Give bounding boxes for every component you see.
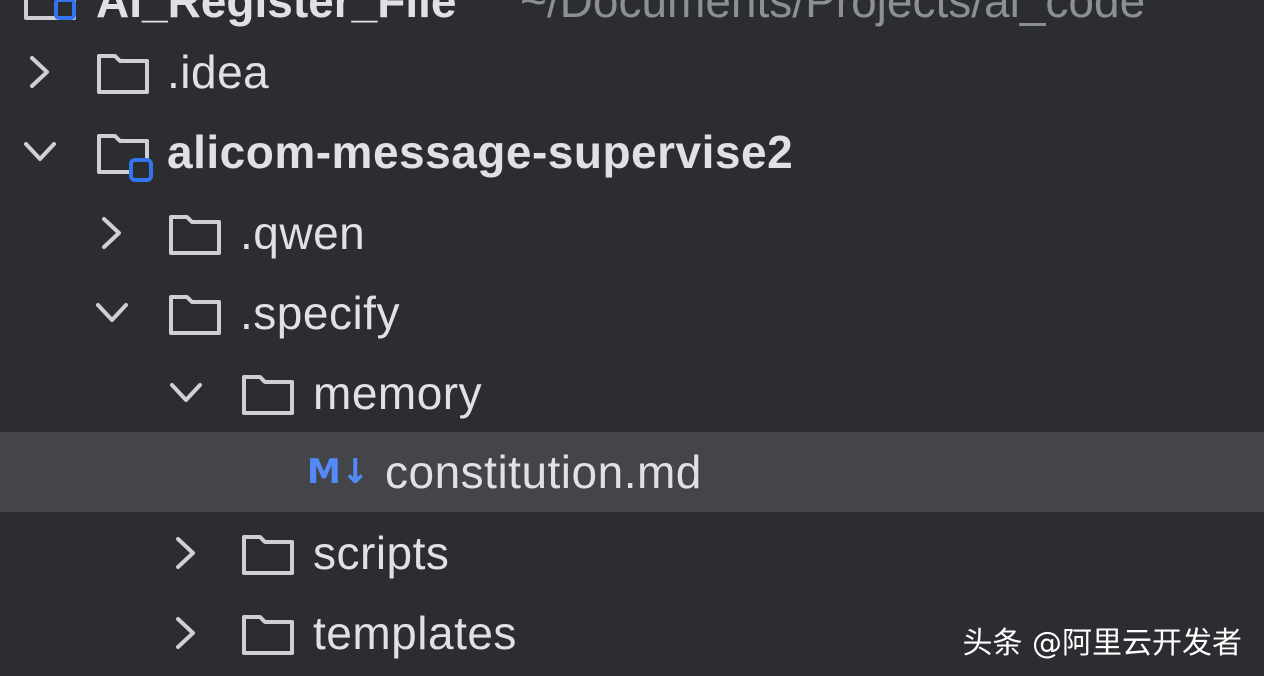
chevron-right-icon[interactable] [92,213,132,253]
chevron-right-icon[interactable] [166,613,206,653]
module-folder-icon [22,0,78,22]
chevron-down-icon[interactable] [92,293,132,333]
folder-icon [167,289,223,337]
tree-item-constitution-md[interactable]: M↓ constitution.md [0,432,1264,512]
markdown-file-icon: M↓ [307,452,370,492]
tree-item-label: memory [313,367,483,419]
tree-item-qwen[interactable]: .qwen [0,193,1264,273]
tree-item-label: alicom-message-supervise2 [167,126,794,178]
tree-item-label: .qwen [240,207,366,259]
tree-item-label: .idea [167,46,270,98]
folder-icon [167,209,223,257]
project-path: ~/Documents/Projects/ai_code [520,0,1146,27]
folder-icon [240,369,296,417]
folder-icon [240,609,296,657]
folder-icon [240,529,296,577]
tree-item-label: templates [313,607,517,659]
project-tree: AI_Register_File ~/Documents/Projects/ai… [0,0,1264,676]
tree-item-memory[interactable]: memory [0,353,1264,433]
project-name: AI_Register_File [96,0,457,27]
chevron-right-icon[interactable] [20,52,60,92]
chevron-down-icon[interactable] [20,132,60,172]
chevron-right-icon[interactable] [166,533,206,573]
watermark: 头条 @阿里云开发者 [962,626,1242,661]
tree-item-label: constitution.md [385,446,702,498]
tree-item-scripts[interactable]: scripts [0,513,1264,593]
folder-icon [95,48,151,96]
tree-item-label: .specify [240,287,400,339]
tree-item-label: scripts [313,527,450,579]
module-folder-icon [95,128,153,182]
tree-item-idea[interactable]: .idea [0,32,1264,112]
tree-item-specify[interactable]: .specify [0,273,1264,353]
tree-item-alicom-message-supervise2[interactable]: alicom-message-supervise2 [0,112,1264,192]
chevron-down-icon[interactable] [166,373,206,413]
